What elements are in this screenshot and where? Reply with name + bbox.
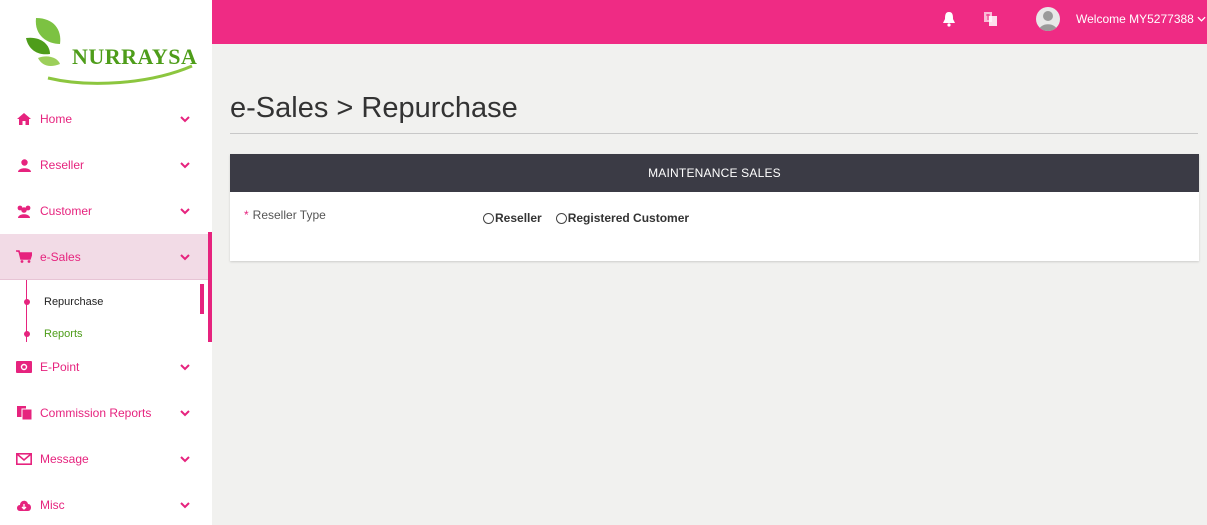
sidebar-item-label: Message bbox=[40, 452, 89, 466]
sidebar-nav: Home Reseller Customer e-Sales Repurchas… bbox=[0, 96, 212, 525]
user-icon bbox=[16, 158, 32, 172]
sidebar-item-epoint[interactable]: E-Point bbox=[0, 344, 212, 390]
user-menu[interactable]: Welcome MY5277388 bbox=[1076, 12, 1206, 26]
required-mark: * bbox=[244, 208, 249, 222]
sidebar-item-commission-reports[interactable]: Commission Reports bbox=[0, 390, 212, 436]
sidebar: NURRAYSA Home Reseller Customer e-Sales … bbox=[0, 0, 212, 525]
sidebar-item-reseller[interactable]: Reseller bbox=[0, 142, 212, 188]
chevron-down-icon bbox=[1197, 16, 1206, 22]
bullet-icon bbox=[24, 299, 30, 305]
brand-logo[interactable]: NURRAYSA bbox=[20, 14, 198, 88]
submenu-item-label: Repurchase bbox=[44, 296, 104, 308]
chevron-down-icon bbox=[180, 456, 190, 463]
bullet-icon bbox=[24, 331, 30, 337]
maintenance-sales-panel: MAINTENANCE SALES * Reseller Type Reselle… bbox=[230, 154, 1199, 261]
radio-reseller[interactable]: Reseller bbox=[483, 211, 542, 225]
panel-heading: MAINTENANCE SALES bbox=[230, 154, 1199, 192]
sidebar-item-misc[interactable]: Misc bbox=[0, 482, 212, 525]
sidebar-item-message[interactable]: Message bbox=[0, 436, 212, 482]
sidebar-item-label: Home bbox=[40, 112, 73, 126]
sidebar-item-label: E-Point bbox=[40, 360, 80, 374]
chevron-down-icon bbox=[180, 410, 190, 417]
chevron-down-icon bbox=[180, 502, 190, 509]
active-indicator bbox=[200, 284, 204, 314]
reseller-type-label: * Reseller Type bbox=[244, 208, 326, 222]
money-icon bbox=[16, 360, 32, 374]
title-divider bbox=[230, 133, 1198, 134]
chevron-down-icon bbox=[180, 364, 190, 371]
brand-name: NURRAYSA bbox=[72, 44, 198, 69]
sidebar-item-customer[interactable]: Customer bbox=[0, 188, 212, 234]
home-icon bbox=[16, 112, 32, 126]
user-avatar-icon[interactable] bbox=[1036, 7, 1060, 31]
reseller-type-radio-group: Reseller Registered Customer bbox=[483, 211, 703, 225]
chevron-down-icon bbox=[180, 162, 190, 169]
sidebar-item-label: Reseller bbox=[40, 158, 85, 172]
sidebar-item-label: Customer bbox=[40, 204, 93, 218]
chevron-down-icon bbox=[180, 116, 190, 123]
files-icon bbox=[16, 406, 32, 420]
sidebar-item-esales[interactable]: e-Sales bbox=[0, 232, 212, 342]
sidebar-item-label: Misc bbox=[40, 498, 65, 512]
sidebar-item-label: e-Sales bbox=[40, 249, 81, 264]
sidebar-item-home[interactable]: Home bbox=[0, 96, 212, 142]
radio-circle-icon[interactable] bbox=[483, 212, 494, 224]
esales-submenu: Repurchase Reports bbox=[0, 280, 212, 344]
top-bar: Welcome MY5277388 bbox=[212, 0, 1207, 44]
chevron-down-icon bbox=[180, 253, 190, 260]
language-icon[interactable] bbox=[984, 11, 998, 27]
bell-icon[interactable] bbox=[942, 11, 956, 27]
chevron-down-icon bbox=[180, 208, 190, 215]
cloud-download-icon bbox=[16, 498, 32, 512]
submenu-item-label: Reports bbox=[44, 328, 83, 340]
radio-registered-customer[interactable]: Registered Customer bbox=[555, 211, 690, 225]
panel-heading-text: MAINTENANCE SALES bbox=[648, 166, 781, 180]
submenu-item-repurchase[interactable]: Repurchase bbox=[24, 294, 103, 310]
field-label-text: Reseller Type bbox=[252, 208, 326, 222]
radio-circle-icon[interactable] bbox=[555, 212, 567, 224]
welcome-text: Welcome MY5277388 bbox=[1076, 12, 1194, 26]
users-icon bbox=[16, 204, 32, 218]
radio-label: Registered Customer bbox=[567, 211, 690, 225]
envelope-icon bbox=[16, 452, 32, 466]
cart-icon bbox=[16, 250, 32, 264]
submenu-item-reports[interactable]: Reports bbox=[24, 326, 83, 342]
radio-label: Reseller bbox=[495, 211, 542, 225]
sidebar-item-label: Commission Reports bbox=[40, 406, 152, 420]
page-title: e-Sales > Repurchase bbox=[230, 92, 518, 124]
